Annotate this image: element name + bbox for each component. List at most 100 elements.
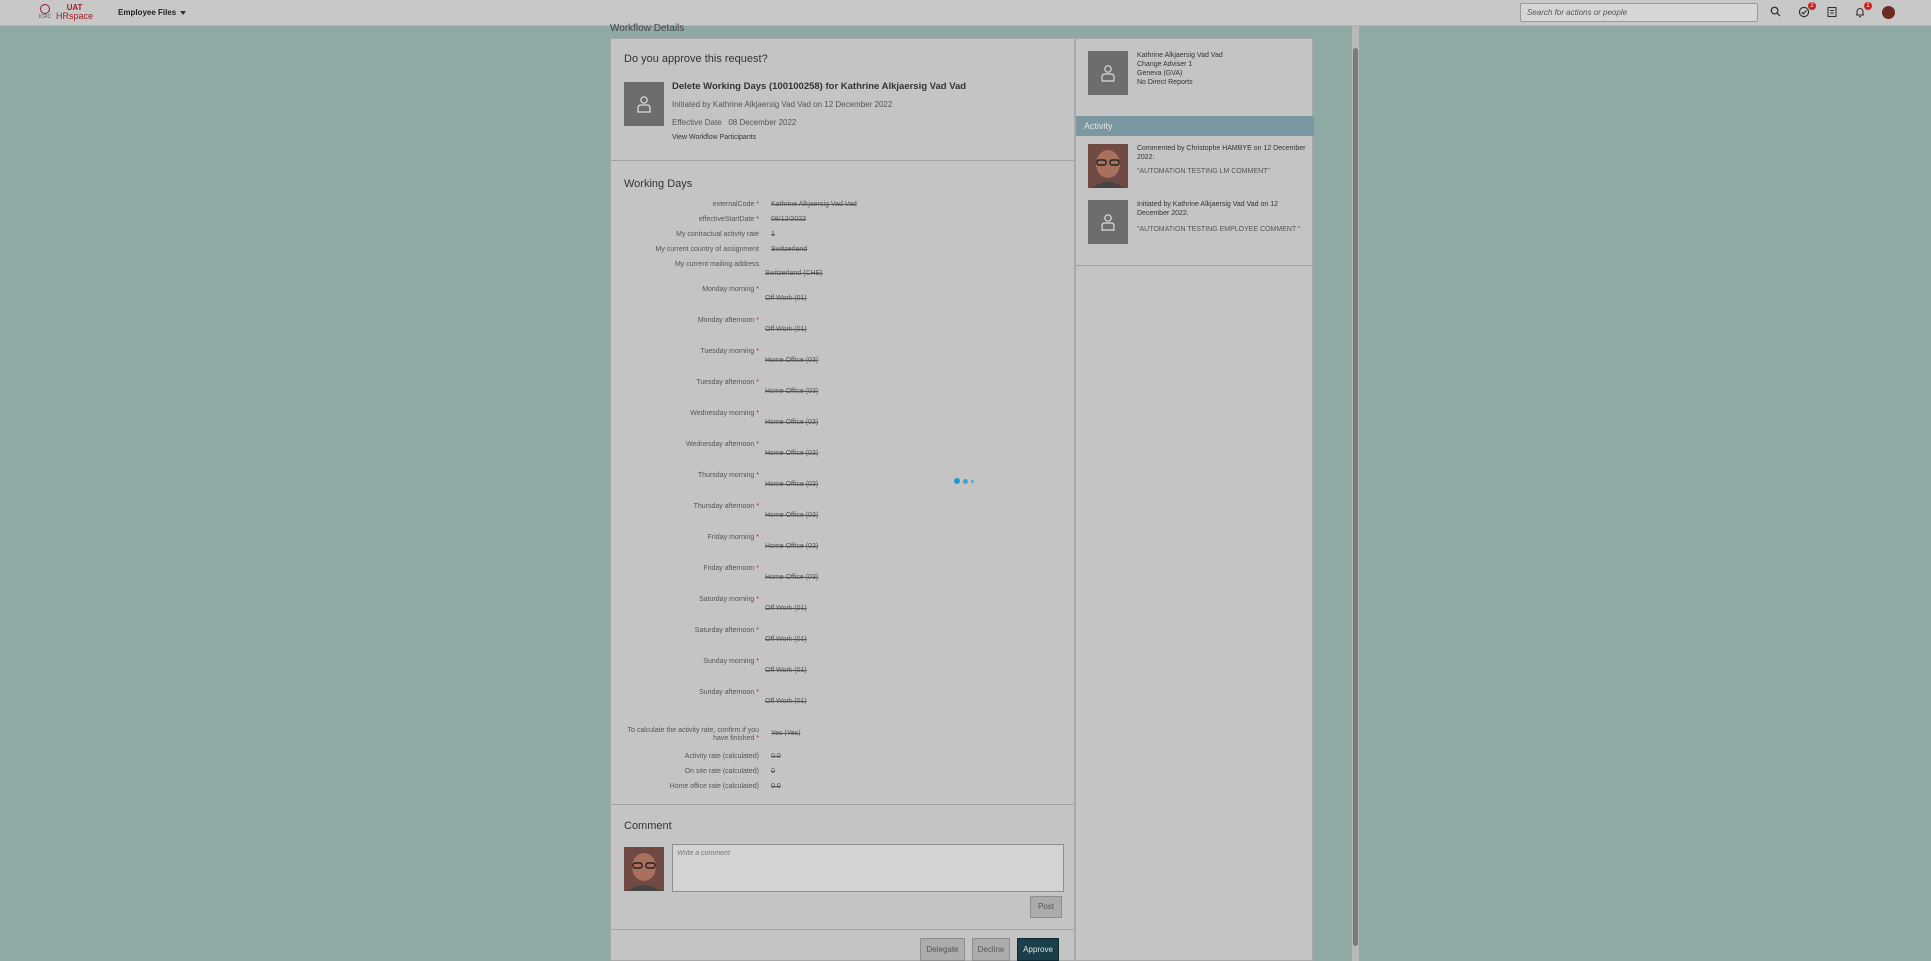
initiator-avatar [1088,200,1128,244]
todo-icon[interactable]: 2 [1797,2,1816,20]
person-icon [1101,214,1115,231]
field-label: Friday morning * [707,534,759,541]
field-label: Sunday morning * [703,658,759,665]
company-logo[interactable]: ICRC UAT HRspace [38,4,94,21]
field-label: My current country of assignment [655,246,760,253]
required-marker: * [754,689,759,696]
requester-avatar [624,82,664,126]
field-label: Monday afternoon * [697,317,759,324]
activity-item-text: Initiated by Kathrine Alkjaersig Vad Vad… [1137,201,1278,217]
field-value: Off Work (01) [765,326,807,333]
delegate-button[interactable]: Delegate [920,938,965,961]
current-user-photo [624,847,664,891]
field-value: Off Work (01) [765,667,807,674]
approval-icon[interactable] [1825,6,1839,20]
required-marker: * [754,379,759,386]
field-value: 1 [771,231,775,238]
required-marker: * [754,410,759,417]
field-value: Off Work (01) [765,698,807,705]
module-menu[interactable]: Employee Files [118,8,187,17]
todo-badge: 2 [1808,2,1816,10]
side-panel: Kathrine Alkjaersig Vad Vad Change Advis… [1075,38,1314,961]
field-label: Thursday afternoon * [693,503,759,510]
notification-badge: 1 [1864,2,1872,10]
approval-question: Do you approve this request? [624,53,768,65]
field-value: Home Office (03) [765,419,819,426]
profile-role: Change Adviser 1 [1137,61,1193,68]
field-value: Home Office (03) [765,357,819,364]
required-marker: * [754,534,759,541]
comment-title: Comment [624,820,672,832]
field-value: Home Office (03) [765,512,819,519]
field-value: Switzerland (CHE) [765,270,823,277]
field-label: Friday afternoon * [703,565,759,572]
required-marker: * [754,201,759,208]
required-marker: * [754,735,759,742]
field-label: Thursday morning * [697,472,759,479]
breadcrumb: Workflow Details [610,23,685,34]
divider [611,804,1076,805]
field-label: Saturday afternoon * [694,627,759,634]
field-label: My contractual activity rate [676,231,759,238]
field-label: Wednesday morning * [690,410,759,417]
field-value: Off Work (01) [765,295,807,302]
activity-item-quote: "AUTOMATION TESTING LM COMMENT" [1137,168,1270,175]
field-value: Home Office (03) [765,481,819,488]
required-marker: * [754,472,759,479]
post-button[interactable]: Post [1030,896,1062,918]
field-label: Activity rate (calculated) [684,753,759,760]
field-label: Tuesday afternoon * [696,379,759,386]
comment-input[interactable]: Write a comment [672,844,1064,892]
search-placeholder: Search for actions or people [1527,8,1628,17]
field-value: Off Work (01) [765,636,807,643]
required-marker: * [754,317,759,324]
search-icon[interactable] [1768,6,1782,20]
person-icon [1101,65,1115,82]
field-label: To calculate the activity rate, confirm … [627,727,760,742]
field-value: Home Office (03) [765,543,819,550]
person-icon [637,96,651,113]
field-value: Off Work (01) [765,605,807,612]
field-value: 0.0 [771,753,781,760]
comment-placeholder: Write a comment [677,850,730,857]
loading-indicator [954,478,974,484]
field-value: Switzerland [771,246,808,253]
field-value: Home Office (03) [765,388,819,395]
bell-icon[interactable]: 1 [1853,2,1872,20]
field-label: On site rate (calculated) [684,768,759,775]
field-label: Wednesday afternoon * [685,441,759,448]
working-days-title: Working Days [624,178,693,190]
required-marker: * [754,503,759,510]
field-value: Kathrine Alkjaersig Vad Vad [771,201,857,208]
field-label: Home office rate (calculated) [669,783,759,790]
chevron-down-icon [180,10,187,15]
field-label: My current mailing address [674,261,759,268]
search-input[interactable]: Search for actions or people [1520,3,1758,22]
field-value: 0 [771,768,775,775]
required-marker: * [754,348,759,355]
activity-item-text: Commented by Christophe HAMBYE on 12 Dec… [1137,145,1306,161]
decline-button[interactable]: Decline [972,938,1010,961]
view-participants-link[interactable]: View Workflow Participants [672,134,756,141]
field-label: externalCode * [712,201,759,208]
user-avatar[interactable] [1882,6,1895,19]
divider [1076,265,1314,266]
profile-reports: No Direct Reports [1137,79,1193,86]
profile-avatar [1088,51,1128,95]
field-value: Yes (Yes) [771,730,801,737]
required-marker: * [754,596,759,603]
brand-name: HRspace [56,11,94,21]
profile-card[interactable]: Kathrine Alkjaersig Vad Vad Change Advis… [1137,51,1223,87]
crest-icon: ICRC [38,4,52,20]
scrollbar-thumb[interactable] [1353,48,1358,946]
field-label: Monday morning * [702,286,759,293]
module-label: Employee Files [118,8,177,17]
approve-button[interactable]: Approve [1017,938,1059,961]
request-card: Do you approve this request? Delete Work… [610,38,1076,961]
request-initiated: Initiated by Kathrine Alkjaersig Vad Vad… [672,100,893,109]
request-effective-date: Effective Date 08 December 2022 [672,118,797,127]
required-marker: * [754,565,759,572]
required-marker: * [754,658,759,665]
divider [611,160,1076,161]
divider [611,929,1076,930]
